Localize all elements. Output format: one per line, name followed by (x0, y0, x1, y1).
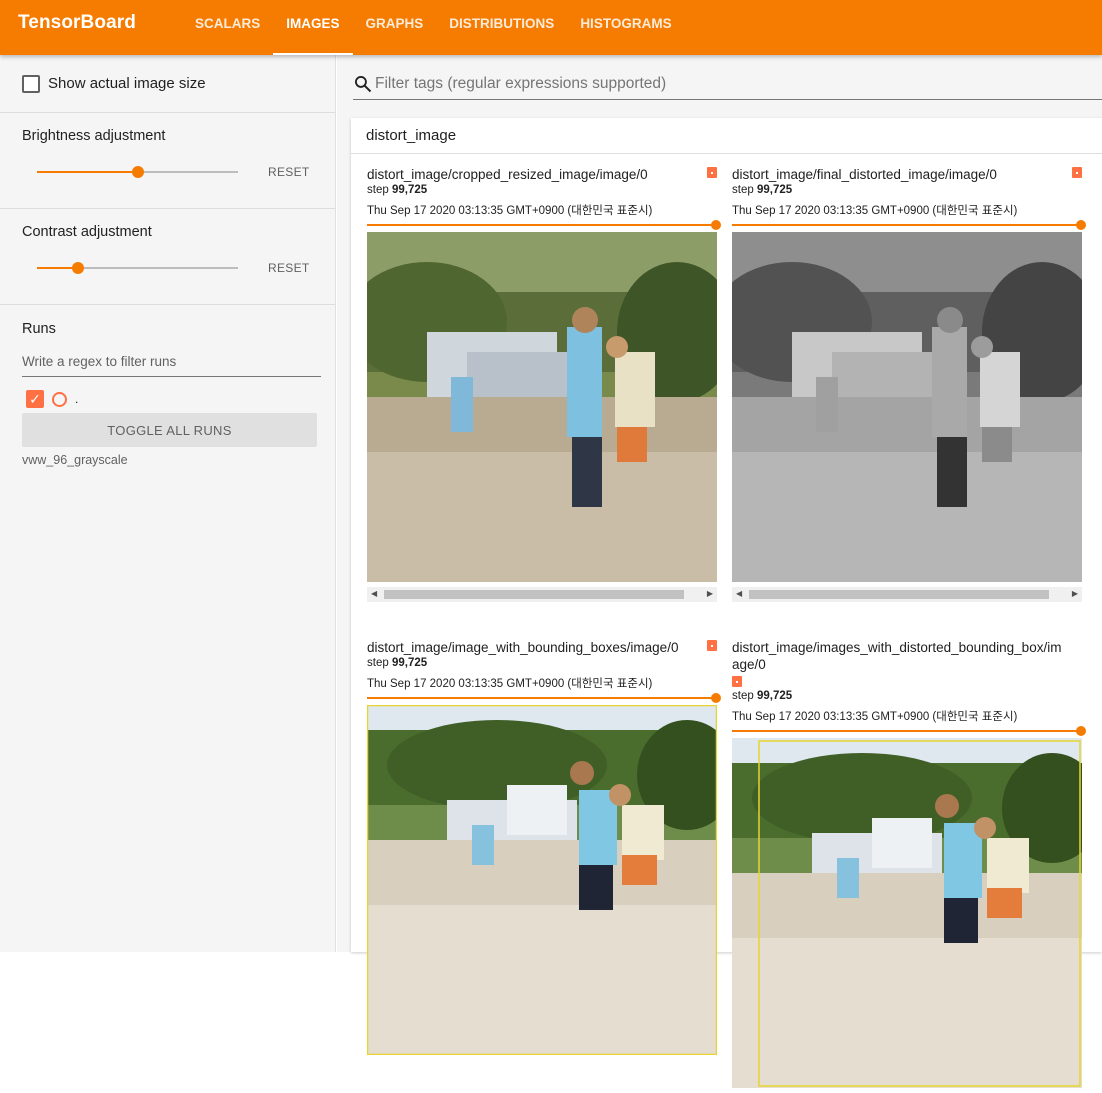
top-app-bar: TensorBoard SCALARS IMAGES GRAPHS DISTRI… (0, 0, 1102, 55)
image-preview[interactable] (347, 232, 737, 582)
run-color-badge-icon (707, 167, 717, 178)
tag-filter-placeholder: Filter tags (regular expressions support… (375, 75, 667, 92)
image-tag: distort_image/cropped_resized_image/imag… (367, 167, 648, 182)
contrast-slider-knob[interactable] (72, 262, 84, 274)
run-color-icon[interactable] (52, 391, 67, 407)
tab-graphs[interactable]: GRAPHS (353, 0, 437, 55)
image-date: Thu Sep 17 2020 03:13:35 GMT+0900 (대한민국 … (367, 205, 653, 217)
tag-filter-input[interactable]: Filter tags (regular expressions support… (353, 69, 1102, 100)
step-slider-knob[interactable] (711, 693, 721, 703)
runs-filter-input[interactable]: Write a regex to filter runs (22, 347, 321, 377)
search-icon (355, 76, 372, 93)
tag-group: distort_image distort_image/cropped_resi… (347, 118, 1102, 1088)
step-slider-knob[interactable] (711, 220, 721, 230)
show-actual-size-option[interactable]: Show actual image size (0, 55, 335, 113)
brightness-slider-fill (37, 171, 138, 173)
brightness-reset-button[interactable]: RESET (268, 165, 310, 179)
run-color-badge-icon (1072, 167, 1082, 178)
tab-distributions[interactable]: DISTRIBUTIONS (436, 0, 567, 55)
tab-scalars[interactable]: SCALARS (182, 0, 273, 55)
image-scrollbar[interactable]: ◀ ▶ (367, 587, 717, 602)
image-tag: distort_image/final_distorted_image/imag… (732, 167, 997, 182)
run-label: . (75, 392, 79, 406)
step-slider[interactable] (732, 220, 1086, 230)
image-card: distort_image/images_with_distorted_boun… (732, 639, 1102, 1093)
image-date: Thu Sep 17 2020 03:13:35 GMT+0900 (대한민국 … (732, 711, 1018, 723)
scroll-left-icon[interactable]: ◀ (371, 589, 377, 598)
step-slider[interactable] (367, 220, 721, 230)
run-name: vww_96_grayscale (22, 453, 128, 467)
app-title: TensorBoard (18, 12, 136, 33)
image-tag: distort_image/images_with_distorted_boun… (732, 640, 1062, 672)
image-tag: distort_image/image_with_bounding_boxes/… (367, 640, 679, 655)
image-date: Thu Sep 17 2020 03:13:35 GMT+0900 (대한민국 … (732, 205, 1018, 217)
contrast-section: Contrast adjustment RESET (0, 209, 335, 305)
contrast-slider[interactable] (37, 262, 238, 274)
badge-row (732, 675, 1082, 689)
brightness-slider-knob[interactable] (132, 166, 144, 178)
brightness-slider[interactable] (37, 166, 238, 178)
image-scrollbar[interactable]: ◀ ▶ (732, 587, 1082, 602)
run-color-badge-icon (732, 676, 742, 687)
contrast-reset-button[interactable]: RESET (268, 261, 310, 275)
sidebar: Show actual image size Brightness adjust… (0, 55, 336, 952)
image-card: distort_image/final_distorted_image/imag… (712, 166, 1102, 602)
brightness-title: Brightness adjustment (22, 128, 166, 144)
brightness-section: Brightness adjustment RESET (0, 113, 335, 209)
step-slider[interactable] (732, 726, 1086, 736)
checkbox-icon[interactable] (22, 74, 40, 93)
step-slider-knob[interactable] (1076, 726, 1086, 736)
image-preview[interactable] (366, 704, 737, 1056)
run-color-badge-icon (707, 640, 717, 651)
contrast-title: Contrast adjustment (22, 224, 152, 240)
image-preview[interactable] (712, 232, 1102, 582)
scroll-thumb[interactable] (749, 590, 1049, 599)
step-slider[interactable] (367, 693, 721, 703)
nav-tabs: SCALARS IMAGES GRAPHS DISTRIBUTIONS HIST… (182, 0, 685, 55)
scroll-right-icon[interactable]: ▶ (707, 589, 713, 598)
scroll-left-icon[interactable]: ◀ (736, 589, 742, 598)
image-card: distort_image/cropped_resized_image/imag… (347, 166, 737, 602)
tab-histograms[interactable]: HISTOGRAMS (567, 0, 684, 55)
image-step: step 99,725 (732, 690, 793, 702)
step-slider-knob[interactable] (1076, 220, 1086, 230)
image-preview[interactable] (732, 738, 1102, 1088)
image-date: Thu Sep 17 2020 03:13:35 GMT+0900 (대한민국 … (367, 678, 653, 690)
runs-filter-placeholder: Write a regex to filter runs (22, 354, 177, 369)
show-actual-size-label: Show actual image size (48, 75, 206, 92)
scroll-right-icon[interactable]: ▶ (1072, 589, 1078, 598)
scroll-thumb[interactable] (384, 590, 684, 599)
runs-title: Runs (22, 321, 56, 337)
toggle-all-runs-button[interactable]: TOGGLE ALL RUNS (22, 413, 317, 447)
run-item[interactable]: ✓ . (26, 390, 78, 408)
run-checkbox-icon[interactable]: ✓ (26, 390, 44, 408)
image-card: distort_image/image_with_bounding_boxes/… (366, 639, 737, 1060)
image-step: step 99,725 (732, 184, 793, 196)
image-step: step 99,725 (367, 657, 428, 669)
image-step: step 99,725 (367, 184, 428, 196)
group-title[interactable]: distort_image (351, 118, 1102, 154)
tab-images[interactable]: IMAGES (273, 0, 353, 55)
main-panel: Filter tags (regular expressions support… (337, 55, 1102, 1088)
